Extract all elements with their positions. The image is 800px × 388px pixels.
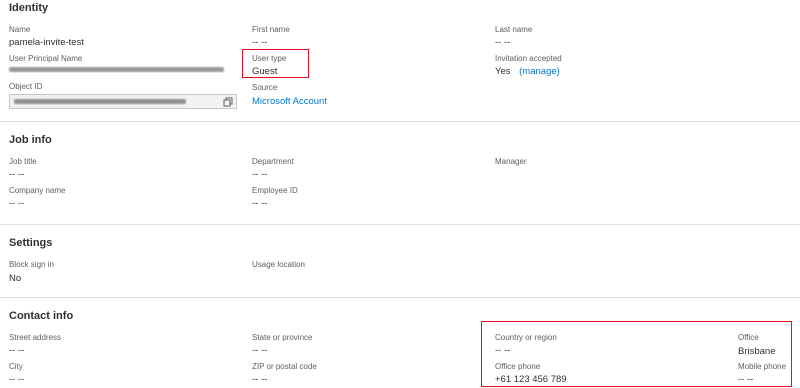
section-divider [0,224,800,225]
last-name-label: Last name [495,25,533,34]
mobile-phone-label: Mobile phone [738,362,787,371]
user-type-value: Guest [252,66,278,77]
block-sign-in-value: No [9,273,22,284]
name-label: Name [9,25,31,34]
usage-location-label: Usage location [252,260,305,269]
zip-value: -- -- [252,374,268,385]
name-value: pamela-invite-test [9,37,84,48]
manage-invitation-link[interactable]: (manage) [519,66,560,77]
job-title-value: -- -- [9,169,25,180]
copy-icon[interactable] [223,97,233,107]
contact-info-section-title: Contact info [9,310,74,322]
identity-section-title: Identity [9,2,49,14]
job-info-section-title: Job info [9,134,52,146]
section-divider [0,297,800,298]
last-name-value: -- -- [495,37,511,48]
object-id-label: Object ID [9,82,43,91]
office-phone-value: +61 123 456 789 [495,374,567,385]
office-value: Brisbane [738,346,776,357]
street-address-value: -- -- [9,345,25,356]
company-name-value: -- -- [9,198,25,209]
invitation-accepted-value: Yes (manage) [495,66,560,77]
zip-label: ZIP or postal code [252,362,317,371]
settings-section-title: Settings [9,237,53,249]
office-label: Office [738,333,759,342]
upn-label: User Principal Name [9,54,83,63]
invitation-accepted-text: Yes [495,66,511,77]
manager-label: Manager [495,157,527,166]
street-address-label: Street address [9,333,62,342]
city-label: City [9,362,23,371]
state-label: State or province [252,333,313,342]
city-value: -- -- [9,374,25,385]
employee-id-value: -- -- [252,198,268,209]
source-label: Source [252,83,278,92]
job-title-label: Job title [9,157,37,166]
user-type-label: User type [252,54,287,63]
company-name-label: Company name [9,186,66,195]
employee-id-label: Employee ID [252,186,298,195]
block-sign-in-label: Block sign in [9,260,54,269]
invitation-accepted-label: Invitation accepted [495,54,562,63]
country-label: Country or region [495,333,557,342]
state-value: -- -- [252,345,268,356]
first-name-label: First name [252,25,290,34]
country-value: -- -- [495,345,511,356]
object-id-redacted-value [14,99,186,104]
section-divider [0,121,800,122]
office-phone-label: Office phone [495,362,541,371]
mobile-phone-value: -- -- [738,374,754,385]
source-link[interactable]: Microsoft Account [252,96,327,107]
department-value: -- -- [252,169,268,180]
first-name-value: -- -- [252,37,268,48]
department-label: Department [252,157,294,166]
